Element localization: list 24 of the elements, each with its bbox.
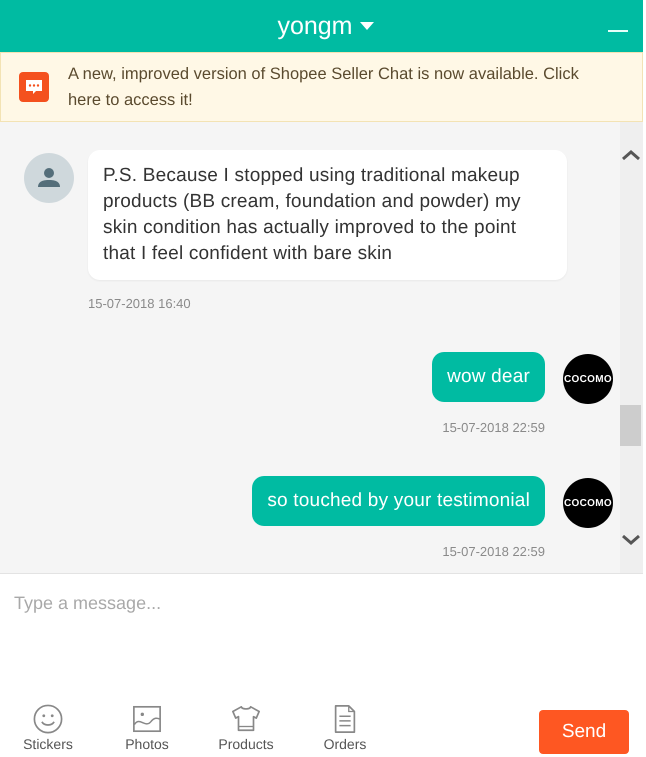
sent-message: wow dear [432, 352, 545, 402]
message-timestamp: 15-07-2018 22:59 [442, 544, 545, 559]
toolbar-button[interactable]: Photos [112, 704, 182, 752]
scrollbar[interactable] [620, 122, 643, 573]
shirt-icon [231, 704, 261, 734]
sent-message: so touched by your testimonial [252, 476, 545, 526]
toolbar-button[interactable]: Orders [310, 704, 380, 752]
message-timestamp: 15-07-2018 16:40 [88, 296, 191, 311]
toolbar-button[interactable]: Products [211, 704, 281, 752]
chat-bubble-icon [19, 72, 49, 102]
person-avatar-icon [24, 153, 74, 203]
caret-icon[interactable] [360, 22, 374, 30]
scrollbar-thumb[interactable] [620, 405, 641, 446]
chevron-down-icon[interactable] [622, 534, 640, 546]
received-message: P.S. Because I stopped using traditional makeup products (BB cream, foundation and powder) my skin condition has actually improved to the point that I feel confident with bare skin [88, 150, 567, 280]
image-icon [132, 704, 162, 734]
banner-message[interactable]: A new, improved version of Shopee Seller Chat is now available. Click here to access it! [68, 61, 608, 113]
toolbar-button[interactable]: Stickers [13, 704, 83, 752]
smiley-icon [33, 704, 63, 734]
message-timestamp: 15-07-2018 22:59 [442, 420, 545, 435]
update-banner[interactable]: A new, improved version of Shopee Seller Chat is now available. Click here to access it! [0, 52, 643, 122]
chevron-up-icon[interactable] [622, 149, 640, 161]
shop-logo-avatar: COCOMO [563, 478, 613, 528]
shop-logo-avatar: COCOMO [563, 354, 613, 404]
